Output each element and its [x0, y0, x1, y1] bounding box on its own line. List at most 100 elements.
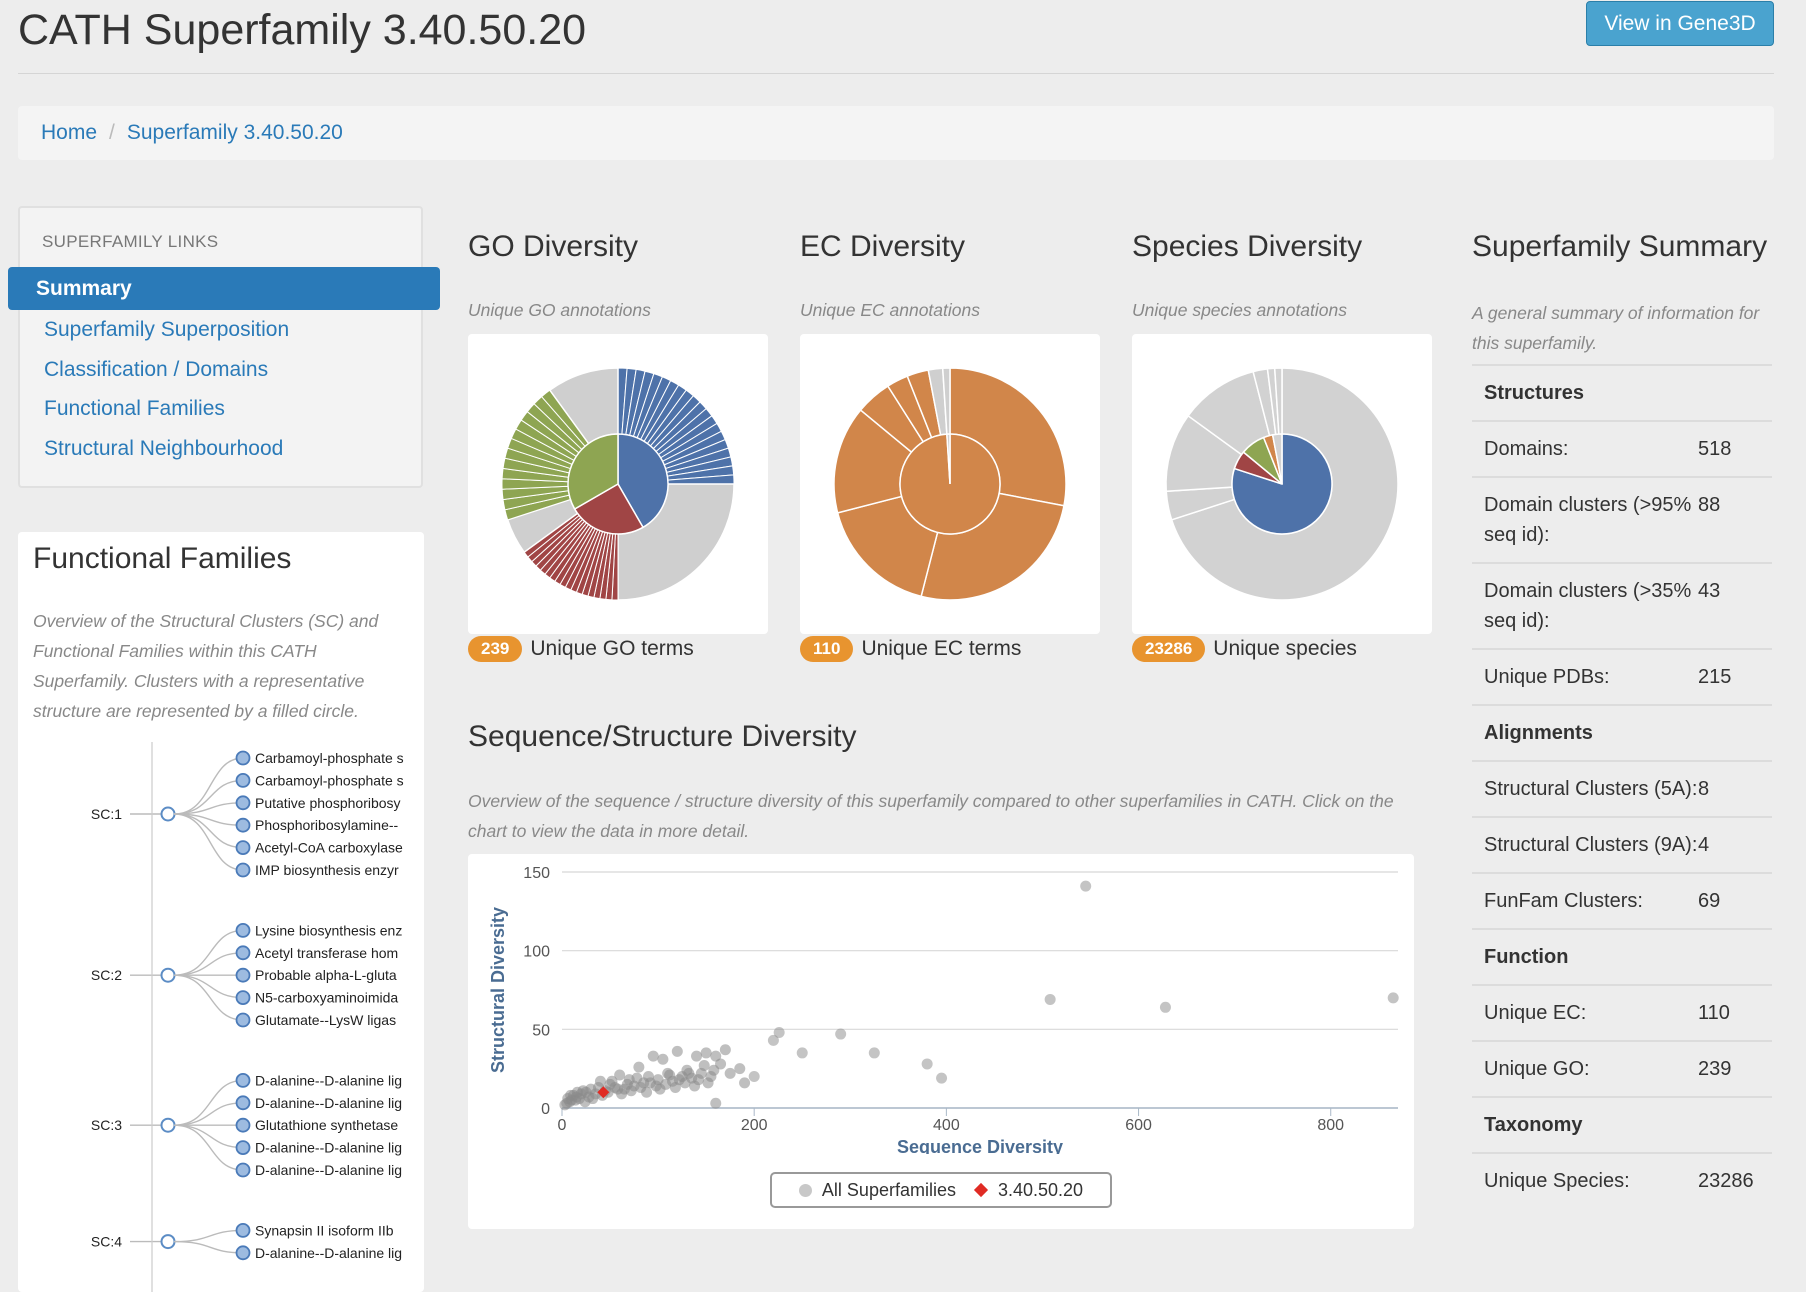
family-node-icon[interactable] — [235, 967, 251, 983]
family-label[interactable]: Phosphoribosylamine-- — [255, 817, 399, 833]
scatter-point[interactable] — [708, 1064, 720, 1076]
family-node-icon[interactable] — [235, 862, 251, 878]
sidebar-item-superposition[interactable]: Superfamily Superposition — [44, 318, 289, 342]
go-diversity-chart-card[interactable] — [468, 334, 768, 634]
family-node-icon[interactable] — [235, 1245, 251, 1261]
family-node-icon[interactable] — [235, 1117, 251, 1133]
scatter-point[interactable] — [1387, 992, 1399, 1004]
scatter-point[interactable] — [724, 1067, 736, 1079]
family-node-icon[interactable] — [235, 750, 251, 766]
family-node-icon[interactable] — [235, 1072, 251, 1088]
functional-families-tree[interactable]: SC:1 Carbamoyl-phosphate s Carbamoyl-phosp… — [18, 742, 424, 1292]
scatter-point[interactable] — [671, 1045, 683, 1057]
cluster-node-icon[interactable] — [160, 806, 176, 822]
scatter-point[interactable] — [647, 1050, 659, 1062]
species-sunburst-chart[interactable] — [1132, 334, 1432, 634]
scatter-point[interactable] — [1080, 880, 1092, 892]
family-node-icon[interactable] — [235, 990, 251, 1006]
scatter-point[interactable] — [710, 1097, 722, 1109]
scatter-point[interactable] — [691, 1050, 703, 1062]
family-label[interactable]: Acetyl transferase hom — [255, 945, 398, 961]
legend-current-superfamily[interactable]: 3.40.50.20 — [973, 1180, 1083, 1201]
family-label[interactable]: N5-carboxyaminoimida — [255, 990, 398, 1006]
scatter-point[interactable] — [921, 1058, 933, 1070]
scatter-point[interactable] — [734, 1063, 746, 1075]
cluster-node-icon[interactable] — [160, 1234, 176, 1250]
family-label[interactable]: Glutathione synthetase — [255, 1117, 398, 1133]
scatter-point[interactable] — [796, 1047, 808, 1059]
scatter-point[interactable] — [692, 1074, 704, 1086]
family-label[interactable]: Carbamoyl-phosphate s — [255, 750, 404, 766]
family-label[interactable]: Acetyl-CoA carboxylase — [255, 840, 403, 856]
sidebar-item-functional-families[interactable]: Functional Families — [44, 397, 225, 421]
scatter-point[interactable] — [739, 1077, 751, 1089]
scatter-point[interactable] — [936, 1072, 948, 1084]
x-tick-label: 800 — [1317, 1117, 1344, 1134]
cluster-node-icon[interactable] — [160, 1117, 176, 1133]
seqstruct-scatter-chart[interactable]: 0 50 100 150 0 200 400 600 800 Sequence Diversity… — [468, 854, 1414, 1157]
family-label[interactable]: Glutamate--LysW ligas — [255, 1012, 396, 1028]
scatter-point[interactable] — [1159, 1001, 1171, 1013]
sidebar-item-classification[interactable]: Classification / Domains — [44, 358, 268, 382]
family-label[interactable]: D-alanine--D-alanine lig — [255, 1095, 402, 1111]
scatter-point[interactable] — [660, 1078, 672, 1090]
family-node-icon[interactable] — [235, 773, 251, 788]
scatter-point[interactable] — [631, 1072, 643, 1084]
scatter-point[interactable] — [835, 1028, 847, 1040]
scatter-point[interactable] — [657, 1053, 669, 1065]
family-label[interactable]: D-alanine--D-alanine lig — [255, 1245, 402, 1261]
family-node-icon[interactable] — [235, 795, 251, 811]
summary-row: Structural Clusters (5A): 8 — [1472, 760, 1772, 816]
scatter-point[interactable] — [571, 1086, 583, 1098]
family-label[interactable]: Putative phosphoribosy — [255, 795, 401, 811]
summary-value — [1698, 1110, 1760, 1140]
family-node-icon[interactable] — [235, 1140, 251, 1156]
scatter-point[interactable] — [683, 1067, 695, 1079]
legend-label: All Superfamilies — [821, 1179, 956, 1200]
family-node-icon[interactable] — [235, 945, 251, 961]
scatter-point[interactable] — [679, 1077, 691, 1089]
family-label[interactable]: D-alanine--D-alanine lig — [255, 1162, 402, 1178]
family-label[interactable]: D-alanine--D-alanine lig — [255, 1072, 402, 1088]
ec-sunburst-chart[interactable] — [800, 334, 1100, 634]
scatter-point[interactable] — [616, 1088, 628, 1100]
family-label[interactable]: Lysine biosynthesis enz — [255, 922, 402, 938]
species-diversity-chart-card[interactable] — [1132, 334, 1432, 634]
go-sunburst-chart[interactable] — [468, 334, 768, 634]
scatter-point[interactable] — [868, 1047, 880, 1059]
legend-all-superfamilies[interactable]: All Superfamilies — [798, 1179, 956, 1201]
sidebar-item-structural-neighbourhood[interactable]: Structural Neighbourhood — [44, 437, 283, 461]
family-node-icon[interactable] — [235, 1012, 251, 1028]
family-label[interactable]: Probable alpha-L-gluta — [255, 967, 397, 983]
cluster-node-icon[interactable] — [160, 967, 176, 983]
scatter-point[interactable] — [625, 1085, 637, 1097]
scatter-point[interactable] — [633, 1061, 645, 1073]
scatter-point[interactable] — [698, 1060, 710, 1072]
scatter-point[interactable] — [767, 1034, 779, 1046]
ec-diversity-chart-card[interactable] — [800, 334, 1100, 634]
scatter-point[interactable] — [587, 1093, 599, 1105]
family-label[interactable]: Carbamoyl-phosphate s — [255, 772, 404, 788]
tree-link — [173, 974, 244, 999]
family-node-icon[interactable] — [235, 1162, 251, 1178]
breadcrumb-current[interactable]: Superfamily 3.40.50.20 — [127, 121, 343, 145]
family-node-icon[interactable] — [235, 1095, 251, 1111]
scatter-point[interactable] — [664, 1069, 676, 1081]
scatter-point[interactable] — [719, 1044, 731, 1056]
scatter-point[interactable] — [1044, 993, 1056, 1005]
family-label[interactable]: D-alanine--D-alanine lig — [255, 1140, 402, 1156]
breadcrumb-home[interactable]: Home — [41, 121, 97, 145]
seqstruct-subtitle: Overview of the sequence / structure div… — [468, 791, 1394, 841]
family-node-icon[interactable] — [235, 840, 251, 855]
family-node-icon[interactable] — [235, 817, 251, 833]
scatter-point[interactable] — [702, 1077, 714, 1089]
family-node-icon[interactable] — [235, 1222, 251, 1238]
scatter-point[interactable] — [748, 1071, 760, 1083]
family-node-icon[interactable] — [235, 922, 251, 938]
family-label[interactable]: Synapsin II isoform IIb — [255, 1222, 394, 1238]
scatter-point[interactable] — [700, 1047, 712, 1059]
scatter-point[interactable] — [641, 1086, 653, 1098]
sidebar-item-summary[interactable]: Summary — [8, 267, 440, 310]
view-in-gene3d-button[interactable]: View in Gene3D — [1586, 1, 1774, 46]
family-label[interactable]: IMP biosynthesis enzyr — [255, 862, 399, 878]
